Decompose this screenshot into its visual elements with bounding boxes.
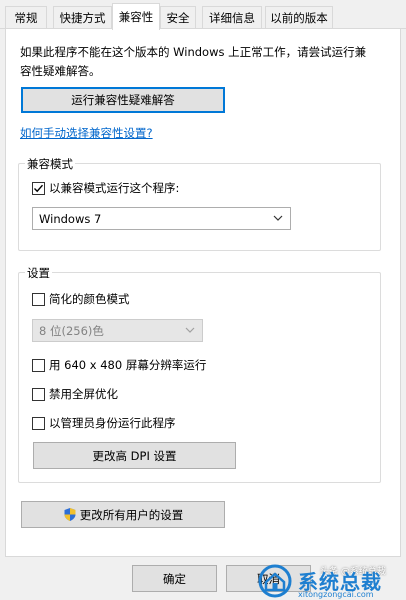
house-logo-icon bbox=[258, 564, 292, 598]
chevron-down-icon bbox=[185, 327, 195, 333]
ok-button[interactable]: 确定 bbox=[132, 565, 217, 592]
uac-shield-icon bbox=[64, 508, 76, 521]
tab-label: 以前的版本 bbox=[270, 11, 328, 25]
checkbox-box bbox=[32, 292, 45, 306]
change-all-users-label: 更改所有用户的设置 bbox=[79, 507, 184, 522]
tab-previous-versions[interactable]: 以前的版本 bbox=[265, 6, 333, 29]
reduced-color-label: 简化的颜色模式 bbox=[49, 292, 130, 306]
tab-label: 兼容性 bbox=[118, 10, 154, 24]
compat-mode-checkbox[interactable]: 以兼容模式运行这个程序: bbox=[32, 180, 179, 196]
description-line-2: 容性疑难解答。 bbox=[20, 64, 101, 78]
checkbox-box bbox=[32, 387, 45, 401]
tab-shortcut[interactable]: 快捷方式 bbox=[53, 6, 112, 29]
compat-mode-legend: 兼容模式 bbox=[25, 156, 75, 172]
chevron-down-icon bbox=[273, 215, 283, 221]
compat-mode-group: 兼容模式 以兼容模式运行这个程序: Windows 7 bbox=[18, 156, 381, 251]
manual-compat-link[interactable]: 如何手动选择兼容性设置? bbox=[20, 125, 153, 141]
tab-details[interactable]: 详细信息 bbox=[202, 6, 262, 29]
tab-label: 详细信息 bbox=[209, 11, 255, 25]
description-text: 如果此程序不能在这个版本的 Windows 上正常工作，请尝试运行兼 容性疑难解… bbox=[20, 43, 392, 81]
tab-label: 常规 bbox=[14, 11, 38, 25]
color-mode-value: 8 位(256)色 bbox=[39, 323, 104, 338]
compat-mode-label: 以兼容模式运行这个程序: bbox=[49, 181, 180, 195]
tab-compatibility[interactable]: 兼容性 bbox=[112, 3, 160, 30]
high-dpi-settings-button[interactable]: 更改高 DPI 设置 bbox=[33, 442, 236, 469]
tab-security[interactable]: 安全 bbox=[160, 6, 196, 29]
disable-fullscreen-label: 禁用全屏优化 bbox=[49, 387, 118, 401]
high-dpi-settings-label: 更改高 DPI 设置 bbox=[92, 448, 177, 463]
tab-label: 快捷方式 bbox=[59, 11, 106, 25]
run-as-admin-checkbox[interactable]: 以管理员身份运行此程序 bbox=[32, 415, 176, 431]
compat-os-dropdown[interactable]: Windows 7 bbox=[32, 207, 291, 230]
checkbox-box bbox=[32, 416, 45, 430]
tab-bar: 常规 快捷方式 兼容性 安全 详细信息 以前的版本 bbox=[0, 0, 406, 30]
settings-group: 设置 简化的颜色模式 8 位(256)色 用 640 x 480 屏幕分辨率运行… bbox=[18, 265, 381, 483]
check-icon bbox=[34, 184, 44, 192]
description-line-1: 如果此程序不能在这个版本的 Windows 上正常工作，请尝试运行兼 bbox=[20, 45, 367, 59]
resolution-640-checkbox[interactable]: 用 640 x 480 屏幕分辨率运行 bbox=[32, 357, 206, 373]
change-all-users-button[interactable]: 更改所有用户的设置 bbox=[21, 501, 225, 528]
run-as-admin-label: 以管理员身份运行此程序 bbox=[49, 416, 176, 430]
settings-legend: 设置 bbox=[25, 265, 52, 281]
reduced-color-checkbox[interactable]: 简化的颜色模式 bbox=[32, 291, 130, 307]
resolution-640-label: 用 640 x 480 屏幕分辨率运行 bbox=[49, 358, 207, 372]
compat-os-value: Windows 7 bbox=[39, 211, 102, 226]
tab-general[interactable]: 常规 bbox=[5, 6, 47, 29]
disable-fullscreen-checkbox[interactable]: 禁用全屏优化 bbox=[32, 386, 118, 402]
watermark-url: xitongzongcai.com bbox=[298, 590, 374, 599]
watermark: 头条 @系统总裁 系统总裁 xitongzongcai.com bbox=[258, 560, 406, 600]
run-troubleshooter-label: 运行兼容性疑难解答 bbox=[71, 93, 175, 107]
ok-label: 确定 bbox=[163, 571, 186, 586]
compatibility-panel: 如果此程序不能在这个版本的 Windows 上正常工作，请尝试运行兼 容性疑难解… bbox=[5, 29, 401, 557]
color-mode-dropdown[interactable]: 8 位(256)色 bbox=[32, 319, 203, 342]
tab-label: 安全 bbox=[166, 11, 190, 25]
checkbox-box bbox=[32, 358, 45, 372]
checkbox-box bbox=[32, 181, 45, 195]
run-troubleshooter-button[interactable]: 运行兼容性疑难解答 bbox=[21, 87, 225, 113]
